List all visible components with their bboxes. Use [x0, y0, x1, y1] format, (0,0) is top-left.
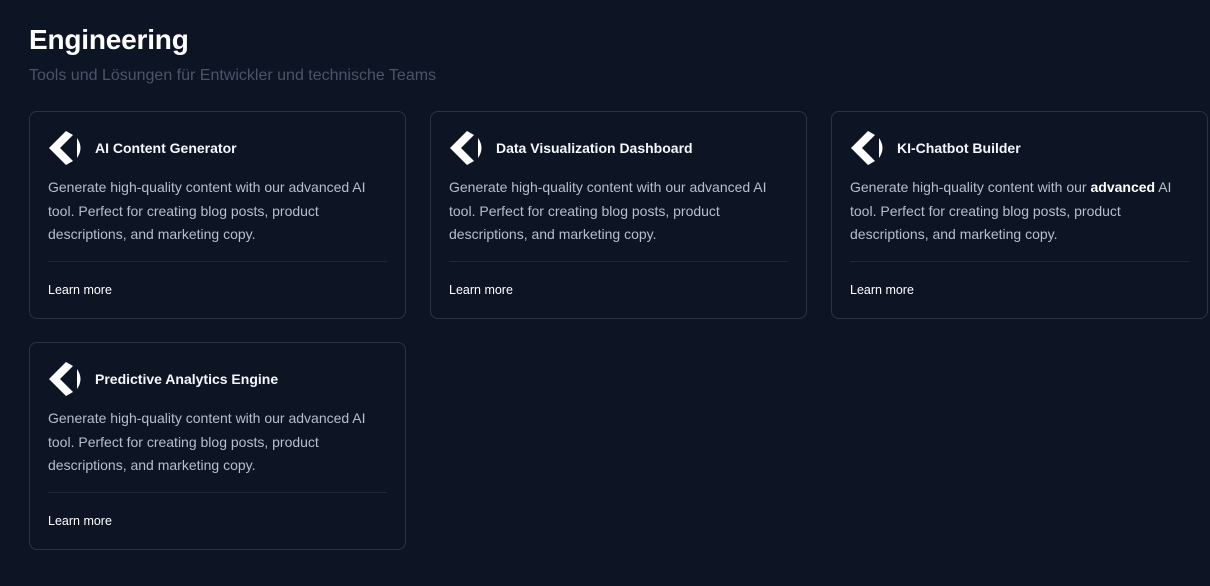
card-divider: [850, 261, 1189, 262]
card-title: AI Content Generator: [95, 140, 237, 156]
card-title: Data Visualization Dashboard: [496, 140, 693, 156]
chevron-bracket-logo-icon: [851, 131, 883, 165]
page-subtitle: Tools und Lösungen für Entwickler und te…: [29, 67, 437, 84]
card-title: Predictive Analytics Engine: [95, 371, 279, 387]
card-description: Generate high-quality content with our a…: [850, 176, 1190, 247]
page-title: Engineering: [29, 24, 189, 55]
learn-more-link[interactable]: Learn more: [48, 513, 112, 529]
card-description: Generate high-quality content with our a…: [449, 179, 767, 242]
learn-more-link[interactable]: Learn more: [48, 282, 112, 298]
card-divider: [48, 261, 387, 262]
card-description: Generate high-quality content with our a…: [48, 410, 366, 473]
card-title: KI-Chatbot Builder: [897, 140, 1021, 156]
tool-card-ai-content-generator: AI Content Generator Generate high-quali…: [29, 111, 406, 319]
chevron-bracket-logo-icon: [49, 131, 81, 165]
card-header: AI Content Generator: [48, 130, 237, 166]
card-header: KI-Chatbot Builder: [850, 130, 1021, 166]
chevron-bracket-logo-icon: [49, 362, 81, 396]
card-divider: [48, 492, 387, 493]
card-divider: [449, 261, 788, 262]
card-description-start: Generate high-quality content with our: [850, 179, 1091, 195]
card-description-emphasis: advanced: [1090, 179, 1156, 195]
card-header: Predictive Analytics Engine: [48, 361, 278, 397]
learn-more-link[interactable]: Learn more: [449, 282, 513, 298]
tool-card-predictive-analytics-engine: Predictive Analytics Engine Generate hig…: [29, 342, 406, 550]
tool-card-ki-chatbot-builder: KI-Chatbot Builder Generate high-quality…: [831, 111, 1208, 319]
card-description: Generate high-quality content with our a…: [48, 179, 366, 242]
card-header: Data Visualization Dashboard: [449, 130, 693, 166]
tool-card-data-visualization-dashboard: Data Visualization Dashboard Generate hi…: [430, 111, 807, 319]
learn-more-link[interactable]: Learn more: [850, 282, 914, 298]
chevron-bracket-logo-icon: [450, 131, 482, 165]
